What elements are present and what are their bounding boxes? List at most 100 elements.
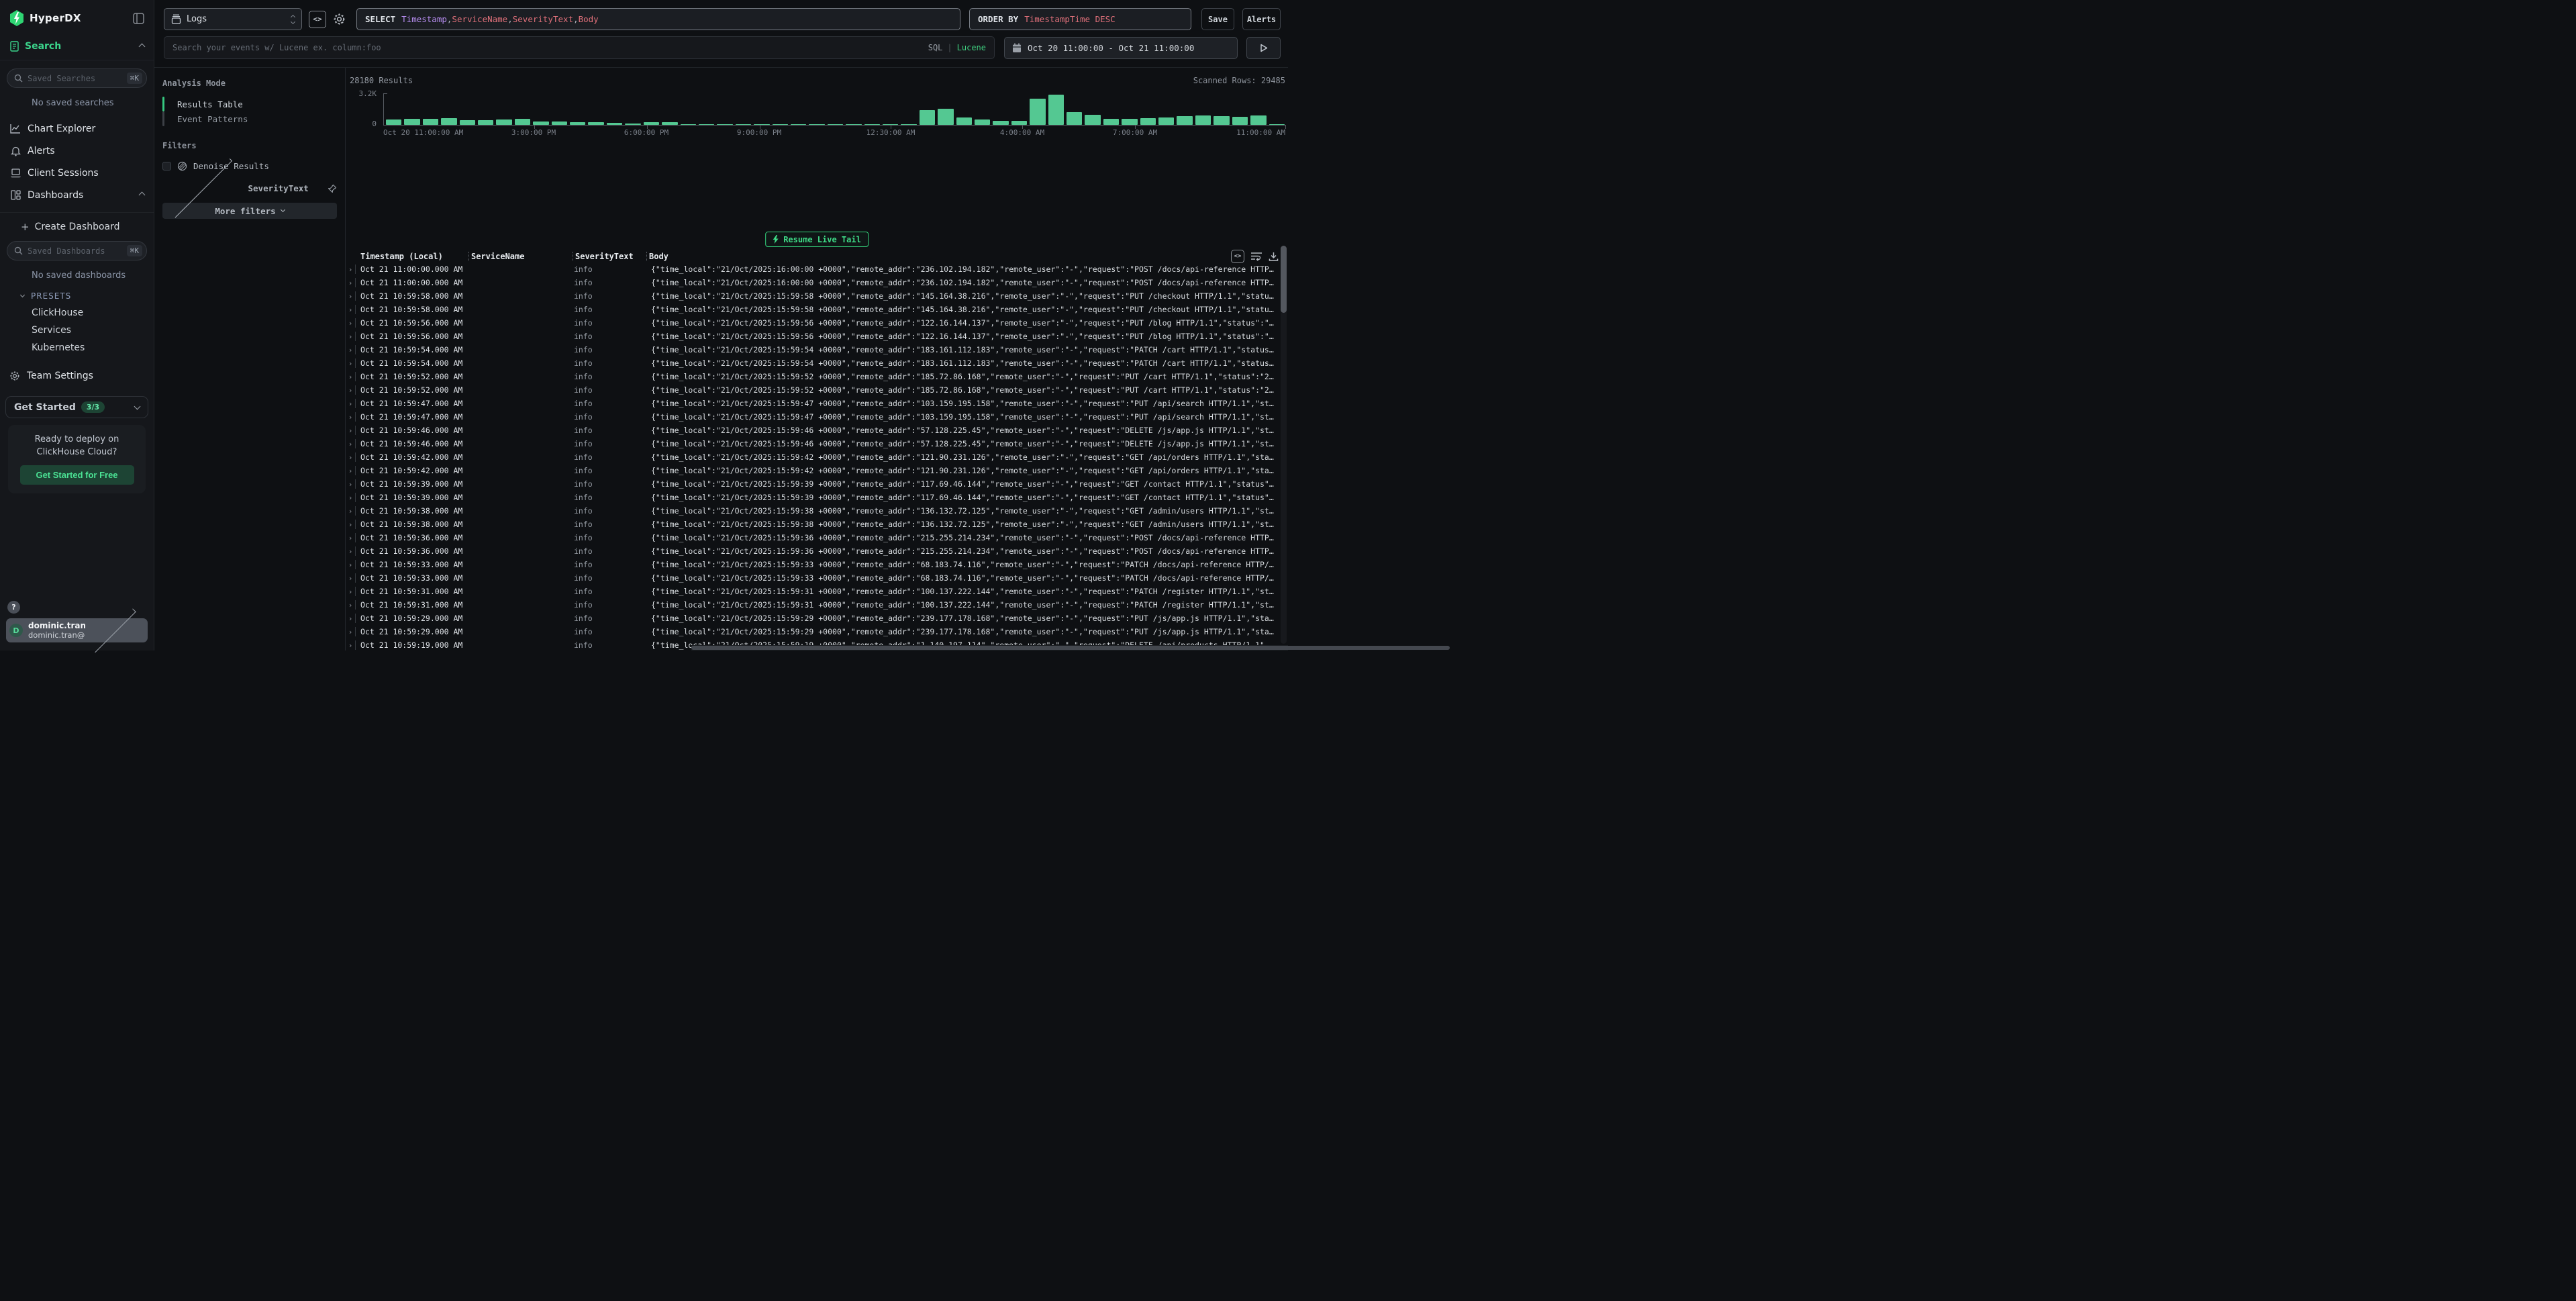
table-row[interactable]: ›Oct 21 10:59:42.000 AMinfo{"time_local"… [346, 450, 1288, 464]
histogram-bar[interactable] [938, 109, 953, 125]
histogram-bar[interactable] [1011, 121, 1027, 125]
run-query-button[interactable] [1246, 37, 1281, 59]
histogram-bar[interactable] [570, 122, 585, 125]
histogram-bar[interactable] [754, 124, 769, 125]
table-row[interactable]: ›Oct 21 10:59:47.000 AMinfo{"time_local"… [346, 410, 1288, 424]
expand-row-icon[interactable]: › [346, 413, 355, 422]
expand-row-icon[interactable]: › [346, 453, 355, 462]
expand-row-icon[interactable]: › [346, 265, 355, 274]
preset-kubernetes[interactable]: Kubernetes [0, 336, 154, 353]
expand-row-icon[interactable]: › [346, 373, 355, 381]
event-search-field[interactable] [172, 43, 928, 52]
sidebar-item-chart-explorer[interactable]: Chart Explorer [0, 117, 154, 140]
code-view-icon[interactable]: <> [1231, 250, 1244, 263]
expand-row-icon[interactable]: › [346, 547, 355, 556]
histogram-bar[interactable] [1140, 118, 1156, 125]
table-row[interactable]: ›Oct 21 10:59:54.000 AMinfo{"time_local"… [346, 343, 1288, 356]
histogram-bar[interactable] [920, 110, 935, 125]
histogram-bar[interactable] [699, 124, 714, 125]
histogram-bar[interactable] [846, 124, 861, 125]
filter-group-severitytext[interactable]: SeverityText [162, 183, 337, 193]
saved-searches-field[interactable] [28, 74, 127, 83]
histogram-bar[interactable] [717, 124, 732, 125]
presets-header[interactable]: PRESETS [0, 281, 154, 301]
order-by-input[interactable]: ORDER BY TimestampTime DESC [969, 8, 1191, 30]
histogram-bar[interactable] [791, 124, 806, 125]
expand-row-icon[interactable]: › [346, 346, 355, 354]
user-profile[interactable]: D dominic.tran@clic... dominic.tran@clic… [6, 618, 148, 642]
expand-row-icon[interactable]: › [346, 305, 355, 314]
preset-services[interactable]: Services [0, 318, 154, 336]
expand-row-icon[interactable]: › [346, 332, 355, 341]
tab-results-table[interactable]: Results Table [162, 97, 337, 111]
download-icon[interactable] [1269, 252, 1279, 262]
histogram-bar[interactable] [956, 117, 972, 125]
histogram-bar[interactable] [1195, 115, 1211, 125]
histogram-bar[interactable] [478, 120, 493, 125]
saved-dashboards-input[interactable]: ⌘K [7, 241, 147, 260]
saved-searches-input[interactable]: ⌘K [7, 68, 147, 88]
sidebar-item-dashboards[interactable]: Dashboards [0, 184, 154, 206]
histogram-bar[interactable] [1085, 115, 1100, 125]
expand-row-icon[interactable]: › [346, 440, 355, 448]
expand-row-icon[interactable]: › [346, 480, 355, 489]
create-dashboard-button[interactable]: + Create Dashboard [0, 213, 154, 233]
help-button[interactable]: ? [7, 601, 20, 614]
expand-row-icon[interactable]: › [346, 641, 355, 650]
expand-row-icon[interactable]: › [346, 601, 355, 610]
histogram-bar[interactable] [423, 119, 438, 125]
column-body[interactable]: Body [649, 252, 668, 261]
histogram-bar[interactable] [515, 119, 530, 125]
expand-row-icon[interactable]: › [346, 507, 355, 516]
table-row[interactable]: ›Oct 21 10:59:52.000 AMinfo{"time_local"… [346, 370, 1288, 383]
event-search-bar[interactable]: SQL|Lucene [164, 36, 995, 59]
vertical-scrollbar[interactable] [1281, 246, 1287, 644]
sql-option[interactable]: SQL [928, 43, 943, 52]
histogram-bar[interactable] [533, 122, 548, 125]
denoise-results-toggle[interactable]: Denoise Results [162, 161, 337, 171]
expand-row-icon[interactable]: › [346, 292, 355, 301]
expand-row-icon[interactable]: › [346, 628, 355, 636]
histogram-bar[interactable] [736, 124, 751, 125]
pin-icon[interactable] [328, 184, 337, 193]
histogram-bar[interactable] [1213, 116, 1229, 125]
horizontal-scrollbar[interactable] [691, 645, 1288, 650]
histogram-bar[interactable] [644, 122, 659, 125]
table-row[interactable]: ›Oct 21 10:59:31.000 AMinfo{"time_local"… [346, 585, 1288, 598]
language-toggle[interactable]: SQL|Lucene [928, 43, 986, 52]
source-settings-button[interactable] [333, 13, 346, 26]
histogram-bar[interactable] [607, 123, 622, 125]
histogram-bar[interactable] [681, 124, 696, 125]
table-row[interactable]: ›Oct 21 10:59:56.000 AMinfo{"time_local"… [346, 316, 1288, 330]
sidebar-item-search[interactable]: Search [0, 34, 154, 60]
histogram-bar[interactable] [975, 119, 990, 125]
histogram-bar[interactable] [625, 124, 640, 125]
table-row[interactable]: ›Oct 21 10:59:56.000 AMinfo{"time_local"… [346, 330, 1288, 343]
table-row[interactable]: ›Oct 21 10:59:29.000 AMinfo{"time_local"… [346, 612, 1288, 625]
column-resize-handle[interactable] [468, 252, 469, 261]
resume-live-tail-button[interactable]: Resume Live Tail [765, 232, 869, 247]
expand-row-icon[interactable]: › [346, 493, 355, 502]
expand-row-icon[interactable]: › [346, 614, 355, 623]
sidebar-item-team-settings[interactable]: Team Settings [0, 353, 154, 381]
preset-clickhouse[interactable]: ClickHouse [0, 301, 154, 318]
expand-row-icon[interactable]: › [346, 561, 355, 569]
table-row[interactable]: ›Oct 21 10:59:36.000 AMinfo{"time_local"… [346, 531, 1288, 544]
histogram-bar[interactable] [828, 124, 843, 125]
wrap-lines-icon[interactable] [1250, 252, 1262, 261]
table-row[interactable]: ›Oct 21 11:00:00.000 AMinfo{"time_local"… [346, 276, 1288, 289]
table-row[interactable]: ›Oct 21 10:59:39.000 AMinfo{"time_local"… [346, 477, 1288, 491]
histogram-bar[interactable] [901, 124, 916, 125]
histogram-bar[interactable] [1048, 95, 1064, 125]
expand-row-icon[interactable]: › [346, 319, 355, 328]
expand-row-icon[interactable]: › [346, 520, 355, 529]
table-row[interactable]: ›Oct 21 11:00:00.000 AMinfo{"time_local"… [346, 262, 1288, 276]
collapse-sidebar-icon[interactable] [133, 13, 144, 24]
tab-event-patterns[interactable]: Event Patterns [162, 111, 337, 126]
expand-row-icon[interactable]: › [346, 386, 355, 395]
events-histogram[interactable]: 3.2K 0 Oct 20 11:00:00 AM3:00:00 PM6:00:… [350, 88, 1285, 136]
table-row[interactable]: ›Oct 21 10:59:31.000 AMinfo{"time_local"… [346, 598, 1288, 612]
column-timestamp[interactable]: Timestamp (Local) [360, 252, 466, 261]
expand-row-icon[interactable]: › [346, 574, 355, 583]
histogram-plot[interactable] [383, 93, 1285, 126]
